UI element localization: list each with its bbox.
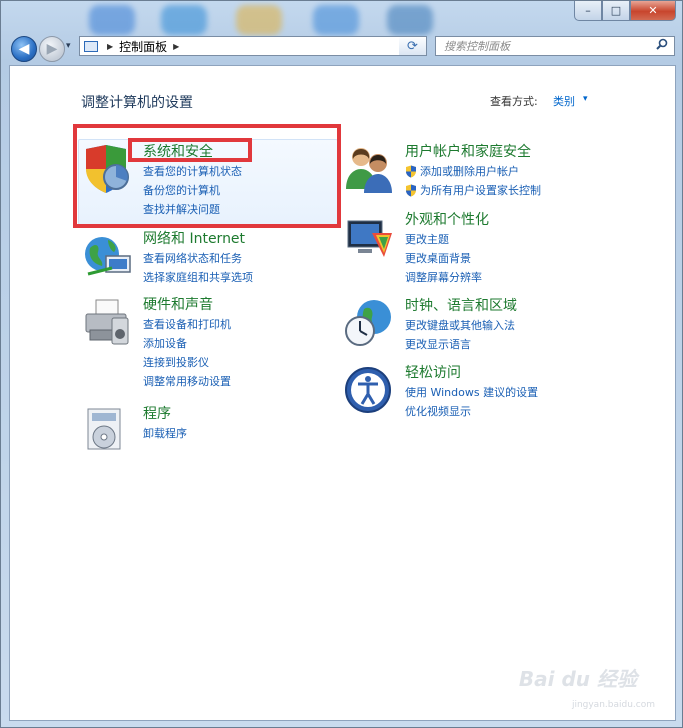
page-title: 调整计算机的设置 (81, 95, 193, 111)
palette-monitor-icon[interactable] (344, 211, 396, 263)
link-view-network-status[interactable]: 查看网络状态和任务 (143, 249, 253, 268)
link-mobility-settings[interactable]: 调整常用移动设置 (143, 372, 231, 391)
link-parental-controls[interactable]: 为所有用户设置家长控制 (405, 181, 541, 200)
programs-icon[interactable] (82, 405, 134, 457)
maximize-button[interactable]: □ (602, 1, 630, 21)
link-homegroup-sharing[interactable]: 选择家庭组和共享选项 (143, 268, 253, 287)
link-optimize-visual-display[interactable]: 优化视频显示 (405, 402, 538, 421)
view-by-label: 查看方式: (490, 95, 538, 108)
arrow-right-icon: ▶ (46, 41, 58, 57)
link-change-keyboard-input[interactable]: 更改键盘或其他输入法 (405, 316, 515, 335)
minimize-button[interactable]: – (574, 1, 602, 21)
globe-network-icon[interactable] (82, 230, 134, 282)
printer-icon[interactable] (82, 296, 134, 348)
category-title-appearance[interactable]: 外观和个性化 (405, 209, 489, 229)
search-box[interactable] (435, 36, 675, 56)
back-button[interactable]: ◀ (11, 36, 37, 62)
search-icon[interactable] (656, 38, 674, 54)
refresh-button[interactable]: ⟳ (399, 36, 427, 56)
link-change-display-language[interactable]: 更改显示语言 (405, 335, 515, 354)
window-controls: – □ ✕ (574, 1, 676, 21)
link-label: 为所有用户设置家长控制 (420, 184, 541, 197)
search-input[interactable] (436, 38, 656, 54)
breadcrumb-control-panel[interactable]: 控制面板 (119, 38, 167, 55)
category-title-ease-of-access[interactable]: 轻松访问 (405, 362, 461, 382)
watermark-logo: Bai du 经验 (518, 667, 637, 691)
link-label: 添加或删除用户帐户 (420, 165, 519, 178)
arrow-left-icon: ◀ (18, 41, 30, 57)
forward-button[interactable]: ▶ (39, 36, 65, 62)
category-title-network-internet[interactable]: 网络和 Internet (143, 228, 245, 248)
content-pane: 调整计算机的设置 查看方式: 类别 ▾ 系统和安全 查看您的计算机状态 备份您的… (9, 65, 676, 721)
uac-shield-icon (406, 184, 416, 197)
address-bar[interactable]: ▶ 控制面板 ▶ ▾ (79, 36, 426, 56)
control-panel-window: – □ ✕ ◀ ▶ ▾ ▶ 控制面板 ▶ ▾ ⟳ 调整计算机的设置 查看方式: … (0, 0, 683, 728)
link-add-remove-accounts[interactable]: 添加或删除用户帐户 (405, 162, 541, 181)
category-title-programs[interactable]: 程序 (143, 403, 171, 423)
users-icon[interactable] (344, 143, 396, 195)
accessibility-icon[interactable] (344, 364, 396, 416)
category-title-clock-language-region[interactable]: 时钟、语言和区域 (405, 295, 517, 315)
blurred-taskbar-icon (236, 5, 282, 35)
blurred-taskbar-icon (89, 5, 135, 35)
close-button[interactable]: ✕ (630, 1, 676, 21)
control-panel-icon (84, 40, 98, 52)
link-uninstall-program[interactable]: 卸载程序 (143, 424, 187, 443)
clock-globe-icon[interactable] (344, 297, 396, 349)
annotation-title-box (128, 138, 252, 162)
link-windows-recommended-settings[interactable]: 使用 Windows 建议的设置 (405, 383, 538, 402)
breadcrumb-separator[interactable]: ▶ (173, 42, 179, 51)
chevron-down-icon[interactable]: ▾ (583, 94, 588, 104)
blurred-taskbar-icon (387, 5, 433, 35)
uac-shield-icon (406, 165, 416, 178)
link-devices-printers[interactable]: 查看设备和打印机 (143, 315, 231, 334)
blurred-taskbar-icon (313, 5, 359, 35)
watermark-url: jingyan.baidu.com (571, 700, 655, 710)
view-by-dropdown[interactable]: 类别 (553, 93, 575, 109)
refresh-icon: ⟳ (407, 38, 418, 54)
recent-pages-dropdown[interactable]: ▾ (66, 41, 71, 51)
link-add-device[interactable]: 添加设备 (143, 334, 231, 353)
category-title-user-accounts[interactable]: 用户帐户和家庭安全 (405, 141, 531, 161)
breadcrumb-separator[interactable]: ▶ (107, 42, 113, 51)
link-desktop-background[interactable]: 更改桌面背景 (405, 249, 482, 268)
link-screen-resolution[interactable]: 调整屏幕分辨率 (405, 268, 482, 287)
blurred-taskbar-icon (161, 5, 207, 35)
link-connect-projector[interactable]: 连接到投影仪 (143, 353, 231, 372)
category-title-hardware-sound[interactable]: 硬件和声音 (143, 294, 213, 314)
link-change-theme[interactable]: 更改主题 (405, 230, 482, 249)
